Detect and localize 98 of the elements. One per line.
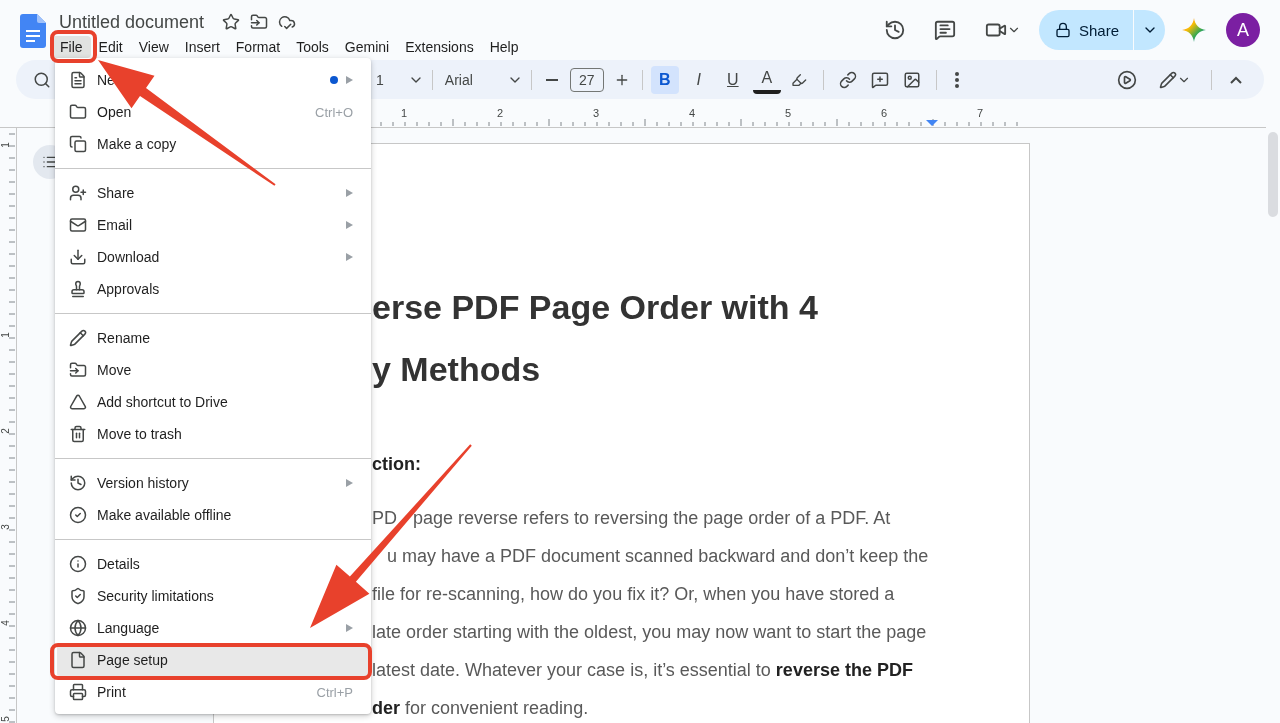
highlight-frame <box>50 30 97 63</box>
history-icon <box>69 474 87 492</box>
chevron-up-icon <box>1230 75 1242 84</box>
menu-item[interactable]: Move <box>57 354 369 386</box>
format-button[interactable]: B <box>650 65 679 94</box>
ruler-number: 2 <box>496 107 504 119</box>
menu-item[interactable]: Download <box>57 241 369 273</box>
menu-item[interactable]: Details <box>57 548 369 580</box>
menu-bar-item[interactable]: Gemini <box>336 36 398 58</box>
account-avatar[interactable]: A <box>1226 13 1260 47</box>
globe-icon <box>69 619 87 637</box>
font-selector[interactable]: Arial <box>444 71 473 88</box>
menu-bar-item[interactable]: File <box>52 36 91 58</box>
docs-logo-icon <box>20 14 46 48</box>
ruler-number: 5 <box>784 107 792 119</box>
menu-bar-item[interactable]: Help <box>481 36 527 58</box>
style-selector[interactable]: 1 <box>376 71 384 88</box>
menu-item[interactable]: Open Ctrl+O <box>57 96 369 128</box>
paragraph-text: latest date. Whatever your case is, it’s essential to reverse the PDF <box>372 659 913 682</box>
document-title[interactable]: Untitled document <box>59 11 205 33</box>
menu-bar-item[interactable]: View <box>130 36 177 58</box>
sparkle-icon <box>1182 18 1206 42</box>
play-circle-icon <box>1117 69 1137 90</box>
ruler-number: 3 <box>592 107 600 119</box>
folder-arrow-icon <box>69 361 87 379</box>
menu-item[interactable]: Move to trash <box>57 418 369 450</box>
lock-icon <box>1054 22 1071 38</box>
document-icon <box>69 71 87 89</box>
ruler-number: 4 <box>0 620 11 626</box>
mail-icon <box>69 216 87 234</box>
star-icon <box>222 13 241 31</box>
history-icon <box>883 19 906 41</box>
move-folder-icon <box>250 13 269 31</box>
menu-bar-item[interactable]: Extensions <box>397 36 482 58</box>
paragraph-text: file for re-scanning, how do you fix it? Or, when you have stored a <box>372 583 895 606</box>
menu-bar-item[interactable]: Format <box>227 36 289 58</box>
ruler-number: 6 <box>880 107 888 119</box>
highlighter-icon <box>790 71 807 88</box>
ruler-number: 1 <box>0 332 11 338</box>
paragraph-text: page reverse refers to reversing the page order of a PDF. At <box>413 507 891 530</box>
list-icon <box>42 154 58 170</box>
ruler-number: 7 <box>976 107 984 119</box>
info-icon <box>69 555 87 573</box>
menu-bar-item[interactable]: Edit <box>90 36 131 58</box>
search-icon <box>33 70 51 89</box>
comment-icon <box>933 19 956 41</box>
format-button[interactable]: I <box>684 65 713 94</box>
copy-icon <box>69 135 87 153</box>
heading-line: erse PDF Page Order with 4 <box>372 287 819 328</box>
menu-item[interactable]: Make available offline <box>57 499 369 531</box>
download-icon <box>69 248 87 266</box>
ruler-number: 1 <box>0 142 11 148</box>
comment-plus-icon <box>870 70 889 89</box>
minus-icon <box>545 78 558 81</box>
subheading: ction: <box>372 453 422 476</box>
format-button[interactable]: A <box>752 65 781 94</box>
pencil-icon <box>1159 70 1177 89</box>
menu-item[interactable]: Add shortcut to Drive <box>57 386 369 418</box>
trash-icon <box>69 425 87 443</box>
shield-icon <box>69 587 87 605</box>
person-add-icon <box>69 184 87 202</box>
paragraph-text: der for convenient reading. <box>372 697 589 720</box>
format-button[interactable]: U <box>718 65 747 94</box>
heading-line: y Methods <box>372 349 542 390</box>
ruler-number: 1 <box>400 107 408 119</box>
menu-item[interactable]: Approvals <box>57 273 369 305</box>
more-icon <box>954 71 959 88</box>
scrollbar-thumb[interactable] <box>1268 132 1278 217</box>
shortcut-text: Ctrl+P <box>316 684 353 700</box>
menu-item[interactable]: Version history <box>57 467 369 499</box>
ruler-number: 5 <box>0 716 11 722</box>
menu-item[interactable]: Email <box>57 209 369 241</box>
file-icon <box>69 651 87 669</box>
triangle-icon <box>69 393 87 411</box>
ruler-number: 3 <box>0 524 11 530</box>
printer-icon <box>69 683 87 701</box>
ruler-number: 4 <box>688 107 696 119</box>
cloud-check-icon <box>278 13 297 31</box>
menu-bar-item[interactable]: Insert <box>176 36 228 58</box>
image-icon <box>902 70 921 89</box>
ruler-number: 2 <box>0 428 11 434</box>
menu-item[interactable]: Print Ctrl+P <box>57 676 369 708</box>
menu-bar-item[interactable]: Tools <box>288 36 337 58</box>
menu-item[interactable]: Rename <box>57 322 369 354</box>
folder-icon <box>69 103 87 121</box>
shortcut-text: Ctrl+O <box>315 104 353 120</box>
menu-item[interactable]: Security limitations <box>57 580 369 612</box>
check-circle-icon <box>69 506 87 524</box>
stamp-icon <box>69 280 87 298</box>
link-icon <box>838 70 857 89</box>
menu-item[interactable]: Make a copy <box>57 128 369 160</box>
share-button[interactable]: Share <box>1038 10 1133 50</box>
pencil-icon <box>69 329 87 347</box>
paragraph-text: u may have a PDF document scanned backward and don’t keep the <box>387 545 929 568</box>
paragraph-text: PD <box>372 507 397 530</box>
font-size-field[interactable]: 27 <box>569 67 604 92</box>
paragraph-text: late order starting with the oldest, you may now want to start the page <box>372 621 927 644</box>
share-options-button[interactable] <box>1133 10 1165 50</box>
